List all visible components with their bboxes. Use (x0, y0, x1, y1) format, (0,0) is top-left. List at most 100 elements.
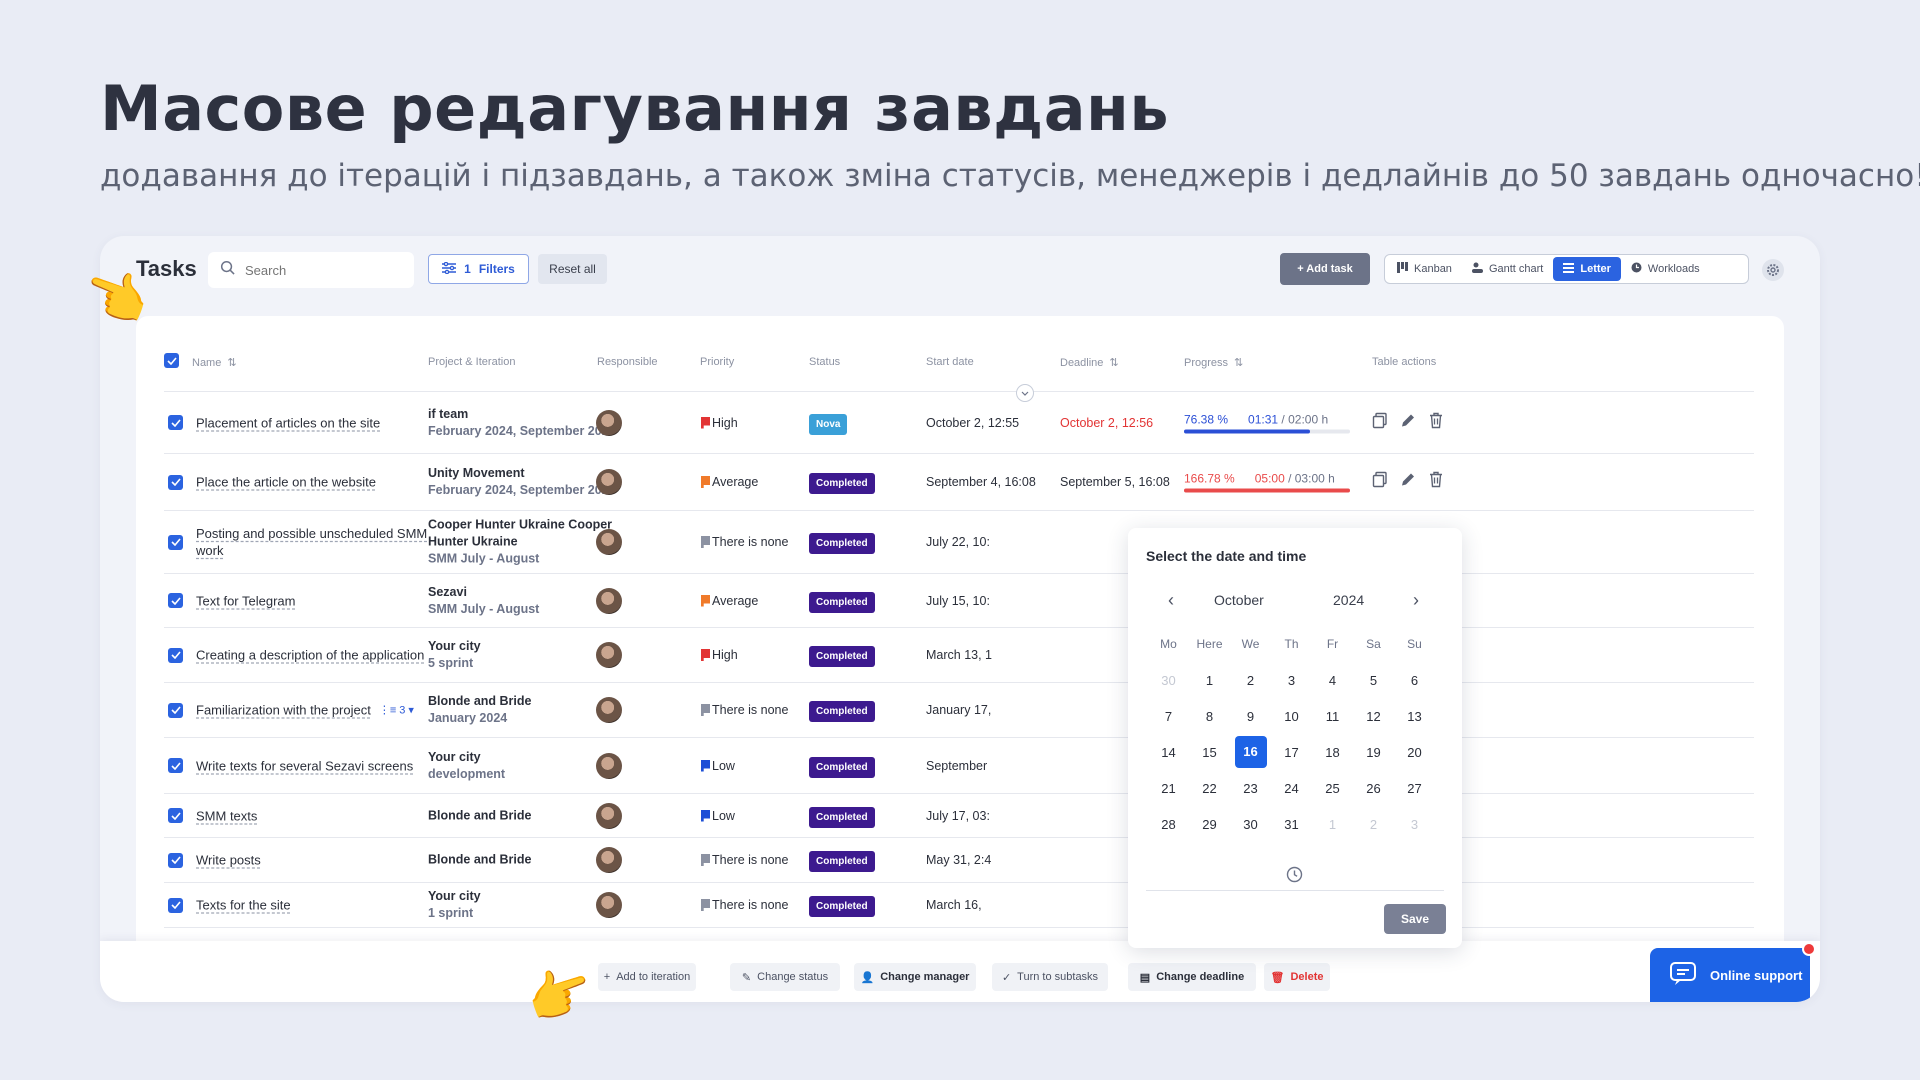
sort-icon[interactable]: ⇅ (1109, 356, 1118, 369)
row-checkbox[interactable] (168, 414, 183, 432)
row-checkbox[interactable] (168, 473, 183, 491)
priority-cell[interactable]: There is none (701, 535, 788, 549)
save-button[interactable]: Save (1384, 904, 1446, 934)
table-row[interactable]: Place the article on the website Unity Mo… (164, 454, 1754, 511)
table-row[interactable]: Posting and possible unscheduled SMM wor… (164, 511, 1754, 574)
edit-pencil-icon[interactable] (1400, 472, 1416, 493)
reset-all-button[interactable]: Reset all (538, 254, 607, 284)
task-name-link[interactable]: Write texts for several Sezavi screens (196, 757, 413, 774)
calendar-day[interactable]: 25 (1312, 781, 1353, 796)
status-badge[interactable]: Completed (809, 806, 875, 828)
search-input[interactable] (245, 262, 395, 278)
task-name-link[interactable]: Texts for the site (196, 897, 291, 914)
task-name-link[interactable]: SMM texts (196, 807, 257, 824)
view-letter[interactable]: Letter (1553, 257, 1621, 281)
calendar-day[interactable]: 13 (1394, 709, 1435, 724)
select-all-checkbox[interactable] (164, 353, 179, 368)
picker-month[interactable]: October (1214, 592, 1264, 608)
avatar[interactable] (596, 642, 622, 668)
calendar-day[interactable]: 11 (1312, 709, 1353, 724)
calendar-day[interactable]: 12 (1353, 709, 1394, 724)
avatar[interactable] (596, 697, 622, 723)
priority-cell[interactable]: Low (701, 809, 735, 823)
add-to-iteration-button[interactable]: + Add to iteration (598, 963, 696, 991)
status-badge[interactable]: Completed (809, 756, 875, 778)
picker-year[interactable]: 2024 (1333, 592, 1364, 608)
calendar-day[interactable]: 22 (1189, 781, 1230, 796)
status-badge[interactable]: Completed (809, 896, 875, 917)
next-month-chevron-icon[interactable]: › (1413, 590, 1419, 611)
row-checkbox[interactable] (168, 701, 183, 719)
task-name-link[interactable]: Write posts (196, 852, 261, 869)
calendar-day[interactable]: 30 (1148, 673, 1189, 688)
status-badge[interactable]: Completed (809, 851, 875, 872)
avatar[interactable] (596, 802, 622, 829)
status-badge[interactable]: Nova (809, 413, 848, 435)
view-kanban[interactable]: Kanban (1387, 257, 1462, 281)
copy-icon[interactable] (1372, 471, 1388, 493)
calendar-day[interactable]: 21 (1148, 781, 1189, 796)
row-checkbox[interactable] (168, 851, 183, 869)
calendar-day[interactable]: 15 (1189, 745, 1230, 760)
sort-icon[interactable]: ⇅ (227, 356, 236, 369)
avatar[interactable] (596, 847, 622, 873)
calendar-day[interactable]: 10 (1271, 709, 1312, 724)
copy-icon[interactable] (1372, 412, 1388, 433)
clock-icon[interactable] (1286, 866, 1303, 888)
sort-icon[interactable]: ⇅ (1234, 356, 1243, 369)
task-name-link[interactable]: Placement of articles on the site (196, 414, 380, 431)
table-row[interactable]: Write texts for several Sezavi screens Yo… (164, 738, 1754, 794)
calendar-day[interactable]: 14 (1148, 745, 1189, 760)
calendar-day[interactable]: 24 (1271, 781, 1312, 796)
row-checkbox[interactable] (168, 807, 183, 825)
calendar-day[interactable]: 8 (1189, 709, 1230, 724)
priority-cell[interactable]: There is none (701, 898, 788, 912)
trash-icon[interactable] (1428, 412, 1444, 433)
status-badge[interactable]: Completed (809, 533, 875, 554)
priority-cell[interactable]: There is none (701, 703, 788, 717)
calendar-day[interactable]: 7 (1148, 709, 1189, 724)
avatar[interactable] (596, 409, 622, 436)
task-name-link[interactable]: Place the article on the website (196, 474, 376, 491)
search-box[interactable] (208, 252, 414, 288)
prev-month-chevron-icon[interactable]: ‹ (1168, 590, 1174, 611)
calendar-day[interactable]: 5 (1353, 673, 1394, 688)
change-deadline-button[interactable]: ▤ Change deadline (1128, 963, 1256, 991)
calendar-day[interactable]: 29 (1189, 817, 1230, 832)
filters-button[interactable]: 1 Filters (428, 254, 529, 284)
col-name[interactable]: Name ⇅ (192, 356, 237, 370)
avatar[interactable] (596, 892, 622, 918)
task-name-link[interactable]: Familiarization with the project (196, 702, 371, 719)
row-checkbox[interactable] (168, 896, 183, 914)
calendar-day[interactable]: 3 (1394, 817, 1435, 832)
delete-button[interactable]: 🗑 Delete (1264, 963, 1330, 991)
status-badge[interactable]: Completed (809, 473, 875, 494)
avatar[interactable] (596, 469, 622, 495)
priority-cell[interactable]: High (701, 416, 738, 430)
calendar-day[interactable]: 1 (1312, 817, 1353, 832)
calendar-day[interactable]: 23 (1230, 781, 1271, 796)
row-checkbox[interactable] (168, 533, 183, 551)
turn-to-subtasks-button[interactable]: ✓ Turn to subtasks (992, 963, 1108, 991)
add-task-button[interactable]: + Add task (1280, 253, 1370, 285)
status-badge[interactable]: Completed (809, 646, 875, 667)
status-badge[interactable]: Completed (809, 591, 875, 613)
calendar-day[interactable]: 3 (1271, 673, 1312, 688)
view-workloads[interactable]: Workloads (1621, 257, 1710, 281)
status-badge[interactable]: Completed (809, 701, 875, 722)
row-checkbox[interactable] (168, 757, 183, 775)
calendar-day[interactable]: 26 (1353, 781, 1394, 796)
task-name-link[interactable]: Text for Telegram (196, 592, 295, 609)
view-gantt[interactable]: Gantt chart (1462, 257, 1553, 281)
calendar-day[interactable]: 19 (1353, 745, 1394, 760)
table-row[interactable]: Placement of articles on the site if team… (164, 392, 1754, 454)
settings-gear-icon[interactable] (1762, 259, 1784, 281)
subtasks-indicator[interactable]: ⋮≡ 3 ▾ (379, 704, 414, 717)
calendar-day[interactable]: 31 (1271, 817, 1312, 832)
priority-cell[interactable]: High (701, 648, 738, 662)
calendar-day[interactable]: 6 (1394, 673, 1435, 688)
calendar-day[interactable]: 16 (1234, 736, 1267, 768)
calendar-day[interactable]: 2 (1230, 673, 1271, 688)
calendar-day[interactable]: 4 (1312, 673, 1353, 688)
task-name-link[interactable]: Creating a description of the applicatio… (196, 647, 424, 664)
